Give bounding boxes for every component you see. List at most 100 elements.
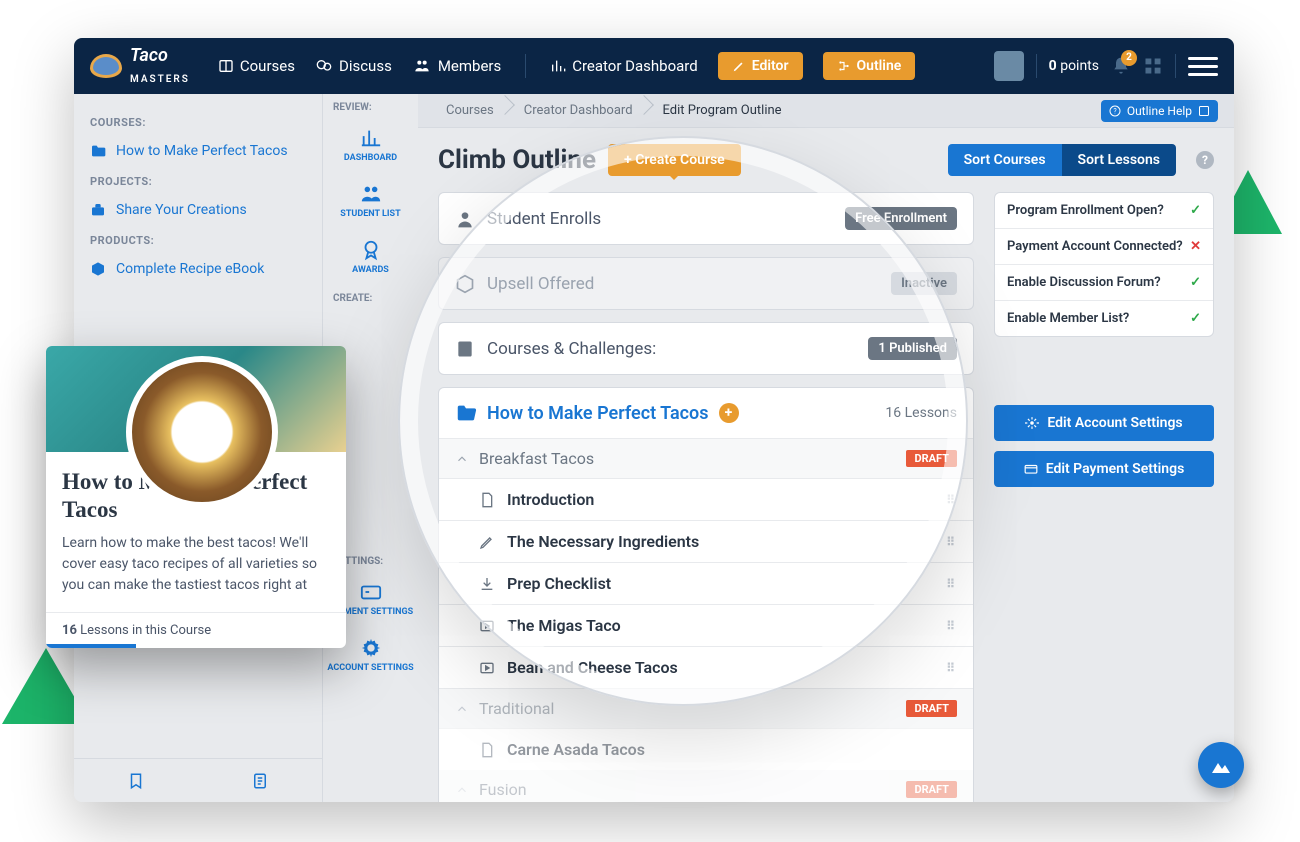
drag-handle[interactable]: ⠿: [946, 661, 957, 675]
section-header[interactable]: Traditional DRAFT: [439, 689, 973, 728]
step-courses[interactable]: Courses & Challenges: 1 Published: [438, 322, 974, 375]
step-upsell[interactable]: Upsell Offered Inactive: [438, 257, 974, 310]
lesson-item[interactable]: Prep Checklist ⠿: [439, 562, 973, 604]
gear-icon: [1025, 416, 1039, 430]
video-icon: [479, 660, 495, 676]
help-icon[interactable]: ?: [1196, 151, 1214, 169]
chart-icon: [360, 127, 382, 149]
section-header[interactable]: Breakfast Tacos DRAFT: [439, 439, 973, 478]
menu-button[interactable]: [1188, 51, 1218, 81]
fab-button[interactable]: [1198, 742, 1244, 788]
crumb-dashboard[interactable]: Creator Dashboard: [512, 94, 651, 128]
breadcrumb: Courses Creator Dashboard Edit Program O…: [418, 94, 1234, 128]
course-title: How to Make Perfect Tacos: [487, 403, 709, 424]
edit-payment-settings-button[interactable]: Edit Payment Settings: [994, 451, 1214, 487]
video-icon: [479, 618, 495, 634]
link-label: Share Your Creations: [116, 202, 247, 218]
page-icon: [479, 492, 495, 508]
page-title: Climb Outline: [438, 145, 596, 175]
outline-button[interactable]: Outline: [823, 52, 916, 80]
btn-label: Outline: [857, 58, 902, 74]
lesson-title: Bean and Cheese Tacos: [507, 658, 678, 677]
lesson-item[interactable]: The Necessary Ingredients ⠿: [439, 520, 973, 562]
check-row[interactable]: Enable Member List?✓: [995, 301, 1213, 336]
section-traditional: Traditional DRAFT Carne Asada Tacos Fusi…: [439, 688, 973, 802]
sort-lessons-button[interactable]: Sort Lessons: [1062, 144, 1176, 176]
step-label: Upsell Offered: [487, 274, 594, 294]
tool-dashboard[interactable]: DASHBOARD: [323, 117, 418, 173]
check-label: Enable Discussion Forum?: [1007, 275, 1161, 290]
course-header[interactable]: How to Make Perfect Tacos + 16 Lessons: [439, 388, 973, 438]
separator: [525, 54, 526, 78]
step-enroll[interactable]: Student Enrolls Free Enrollment: [438, 192, 974, 245]
grid-icon[interactable]: [1143, 56, 1163, 76]
user-area: 0 points 2: [994, 51, 1218, 81]
nav-courses[interactable]: Courses: [218, 57, 295, 75]
drag-handle[interactable]: ⠿: [946, 577, 957, 591]
book-icon: [455, 339, 475, 359]
chevron-up-icon: [455, 702, 469, 716]
nav-members[interactable]: Members: [412, 57, 501, 75]
outline-column: Student Enrolls Free Enrollment Upsell O…: [438, 192, 974, 802]
folder-icon: [90, 143, 106, 159]
bookmark-icon[interactable]: [127, 772, 145, 790]
status-badge: Inactive: [891, 272, 957, 295]
crumb-courses[interactable]: Courses: [434, 94, 512, 128]
notifications-button[interactable]: 2: [1111, 56, 1131, 77]
nav-discuss[interactable]: Discuss: [315, 57, 392, 75]
document-icon[interactable]: [251, 772, 269, 790]
draft-badge: DRAFT: [906, 450, 957, 467]
chart-icon: [550, 58, 566, 74]
points: 0 points: [1049, 58, 1099, 74]
folder-open-icon: [455, 402, 477, 424]
lesson-item[interactable]: Introduction ⠿: [439, 478, 973, 520]
sidebar-project-link[interactable]: Share Your Creations: [90, 196, 306, 224]
btn-label: Editor: [752, 58, 789, 74]
crumb-current: Edit Program Outline: [651, 94, 800, 128]
btn-label: Edit Payment Settings: [1046, 461, 1185, 477]
logo[interactable]: TacoMASTERS: [90, 45, 190, 87]
tool-label: STUDENT LIST: [340, 209, 400, 219]
check-row[interactable]: Enable Discussion Forum?✓: [995, 265, 1213, 301]
sidebar-product-link[interactable]: Complete Recipe eBook: [90, 255, 306, 283]
check-row[interactable]: Payment Account Connected?✕: [995, 229, 1213, 265]
drag-handle[interactable]: ⠿: [946, 535, 957, 549]
edit-account-settings-button[interactable]: Edit Account Settings: [994, 405, 1214, 441]
lesson-item[interactable]: Carne Asada Tacos: [439, 728, 973, 770]
drag-handle[interactable]: ⠿: [946, 619, 957, 633]
sort-courses-button[interactable]: Sort Courses: [948, 144, 1062, 176]
lesson-title: Prep Checklist: [507, 574, 611, 593]
briefcase-icon: [90, 202, 106, 218]
create-course-button[interactable]: + Create Course: [608, 144, 741, 176]
main-content: Courses Creator Dashboard Edit Program O…: [418, 94, 1234, 802]
tool-awards[interactable]: AWARDS: [323, 229, 418, 285]
add-lesson-button[interactable]: +: [719, 403, 739, 423]
download-icon: [479, 576, 495, 592]
section-title: Fusion: [479, 780, 527, 799]
outline-help-button[interactable]: ? Outline Help: [1101, 100, 1218, 122]
svg-text:?: ?: [1113, 107, 1117, 115]
separator: [1036, 54, 1037, 78]
nav-label: Discuss: [339, 57, 392, 75]
lesson-item[interactable]: The Migas Taco ⠿: [439, 604, 973, 646]
lesson-title: The Migas Taco: [507, 616, 621, 635]
editor-button[interactable]: Editor: [718, 52, 803, 80]
tool-students[interactable]: STUDENT LIST: [323, 173, 418, 229]
avatar[interactable]: [994, 51, 1024, 81]
sidebar-course-link[interactable]: How to Make Perfect Tacos: [90, 137, 306, 165]
lesson-item[interactable]: Bean and Cheese Tacos ⠿: [439, 646, 973, 688]
card-image: [46, 346, 346, 452]
nav-creator-dashboard[interactable]: Creator Dashboard: [550, 57, 698, 75]
check-icon: ✓: [1190, 203, 1201, 218]
person-icon: [455, 209, 475, 229]
tool-heading: CREATE:: [323, 285, 418, 308]
course-preview-card[interactable]: How to Make the Perfect Tacos Learn how …: [46, 346, 346, 648]
drag-handle[interactable]: ⠿: [946, 493, 957, 507]
nav-label: Creator Dashboard: [572, 57, 698, 75]
section-header[interactable]: Fusion DRAFT: [439, 770, 973, 802]
sidebar-bottom: [74, 758, 322, 802]
check-row[interactable]: Program Enrollment Open?✓: [995, 193, 1213, 229]
nav-label: Courses: [240, 57, 295, 75]
lesson-title: The Necessary Ingredients: [507, 532, 699, 551]
section-breakfast: Breakfast Tacos DRAFT Introduction ⠿ The…: [439, 438, 973, 688]
